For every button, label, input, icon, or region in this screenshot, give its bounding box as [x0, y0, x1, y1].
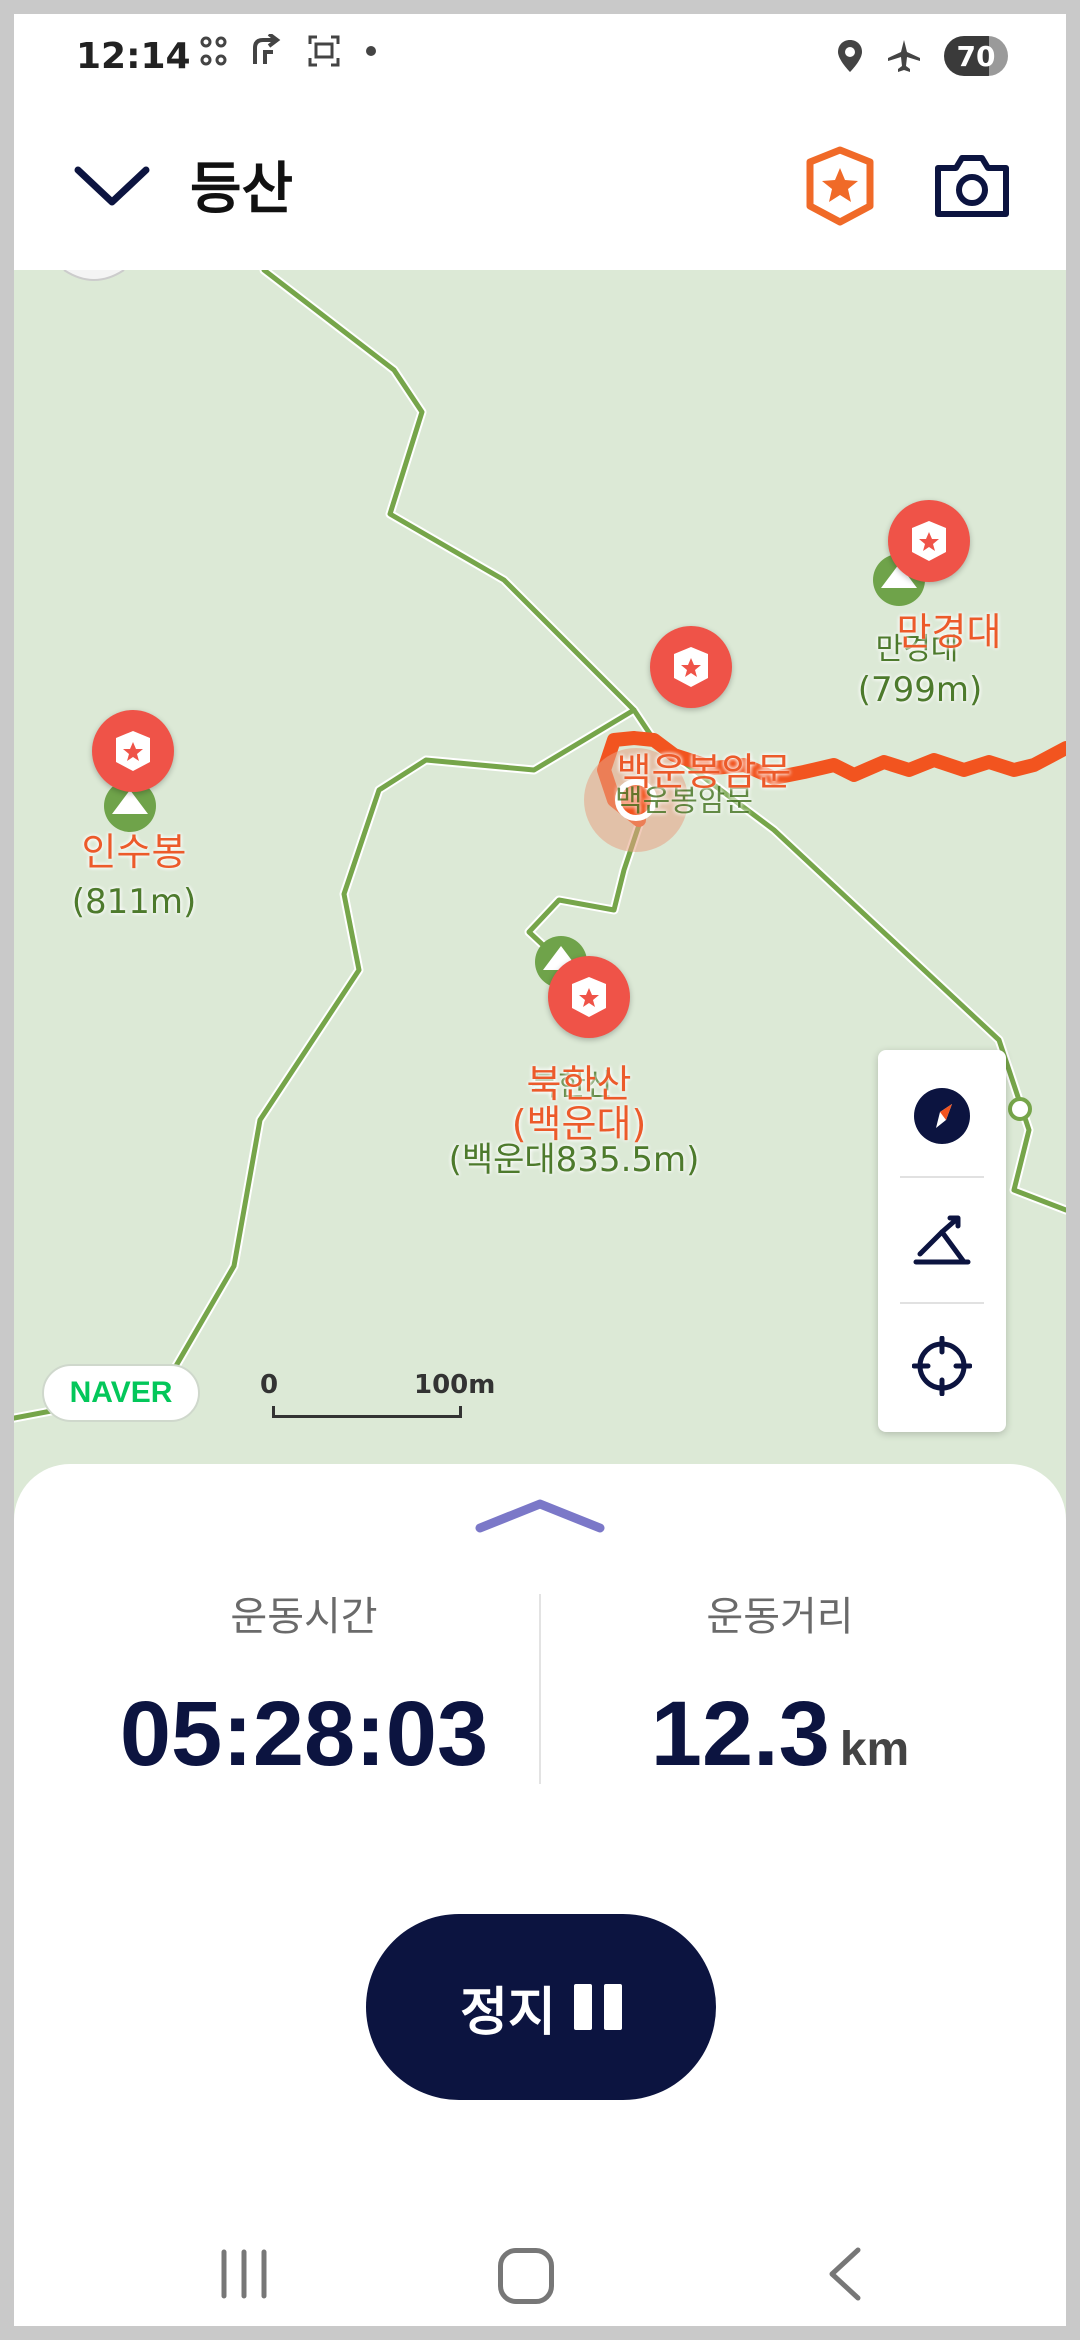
workout-distance-row: 12.3 km	[540, 1682, 1020, 1787]
location-icon	[838, 40, 862, 72]
system-nav-bar	[14, 2224, 1066, 2326]
poi-elevation-mangyeongdae: (799m)	[857, 670, 983, 710]
sheet-expand-handle[interactable]	[472, 1488, 608, 1538]
status-left-icons	[199, 34, 379, 68]
status-time: 12:14	[76, 36, 191, 77]
scale-end: 100m	[414, 1370, 496, 1400]
poi-pin-mangyeongdae[interactable]	[888, 500, 970, 582]
recents-icon[interactable]	[214, 2244, 274, 2304]
terrain-icon	[913, 1215, 971, 1265]
terrain-button[interactable]	[878, 1178, 1006, 1302]
poi-pin-bukhansan[interactable]	[548, 956, 630, 1038]
map-badge-icon	[572, 977, 606, 1017]
poi-elevation-insubong: (811m)	[71, 882, 197, 922]
naver-logo: NAVER	[42, 1364, 200, 1422]
airplane-icon	[888, 40, 920, 72]
workout-time-label: 운동시간	[230, 1594, 378, 1640]
scale-start: 0	[260, 1370, 279, 1400]
poi-pin-baegunbong-ammun[interactable]	[650, 626, 732, 708]
map-badge-icon[interactable]	[800, 144, 880, 228]
map-view[interactable]: 인수봉 (811m) 백운봉암문 백운봉암문 만경대 만경대 (799m) 북한…	[14, 270, 1066, 1520]
home-icon[interactable]	[498, 2248, 554, 2304]
grid-dots-icon	[200, 36, 227, 66]
map-scale: 0 100m	[260, 1370, 500, 1420]
screen: 12:14 70 등산 인수봉 (811m) 백운봉암문 백운봉암문 만경대 만…	[14, 14, 1066, 2326]
chevron-down-icon[interactable]	[72, 156, 152, 216]
map-controls	[878, 1050, 1006, 1432]
workout-distance-value: 12.3	[650, 1683, 830, 1785]
workout-sheet: 운동시간 05:28:03 운동거리 12.3 km 정지	[14, 1464, 1066, 2326]
workout-distance-label: 운동거리	[706, 1594, 854, 1640]
navigation-arrow-icon	[253, 34, 281, 64]
battery-icon: 70	[944, 36, 1008, 76]
scale-bar	[272, 1406, 462, 1418]
poi-name-mangyeongdae: 만경대	[896, 610, 1002, 654]
pause-icon	[573, 1984, 622, 2030]
stop-button[interactable]: 정지	[366, 1914, 716, 2100]
status-right-icons: 70	[836, 36, 1008, 76]
compass-icon	[914, 1088, 970, 1144]
poi-name2-bukhansan: (백운대)	[511, 1102, 647, 1146]
dot-icon	[366, 46, 376, 56]
map-badge-icon	[674, 647, 708, 687]
workout-time: 운동시간 05:28:03	[64, 1584, 544, 1787]
back-icon[interactable]	[814, 2244, 874, 2304]
my-location-icon	[912, 1336, 972, 1396]
map-badge-icon	[912, 521, 946, 561]
poi-name-baegunbong-ammun: 백운봉암문	[616, 750, 792, 794]
screenshot-icon	[308, 35, 340, 67]
camera-icon[interactable]	[934, 154, 1010, 218]
stop-button-label: 정지	[460, 1982, 556, 2043]
page-title: 등산	[190, 157, 294, 222]
status-bar: 12:14 70	[14, 14, 1066, 104]
poi-elevation-bukhansan: (백운대835.5m)	[448, 1140, 700, 1180]
poi-name-bukhansan: 북한산	[526, 1062, 632, 1106]
poi-name-insubong: 인수봉	[81, 830, 187, 874]
workout-distance: 운동거리 12.3 km	[540, 1584, 1020, 1787]
map-badge-icon	[116, 731, 150, 771]
my-location-button[interactable]	[878, 1304, 1006, 1428]
app-bar: 등산	[14, 104, 1066, 270]
workout-distance-unit: km	[839, 1723, 910, 1776]
poi-pin-insubong[interactable]	[92, 710, 174, 792]
workout-time-value: 05:28:03	[119, 1683, 489, 1785]
compass-button[interactable]	[878, 1054, 1006, 1178]
